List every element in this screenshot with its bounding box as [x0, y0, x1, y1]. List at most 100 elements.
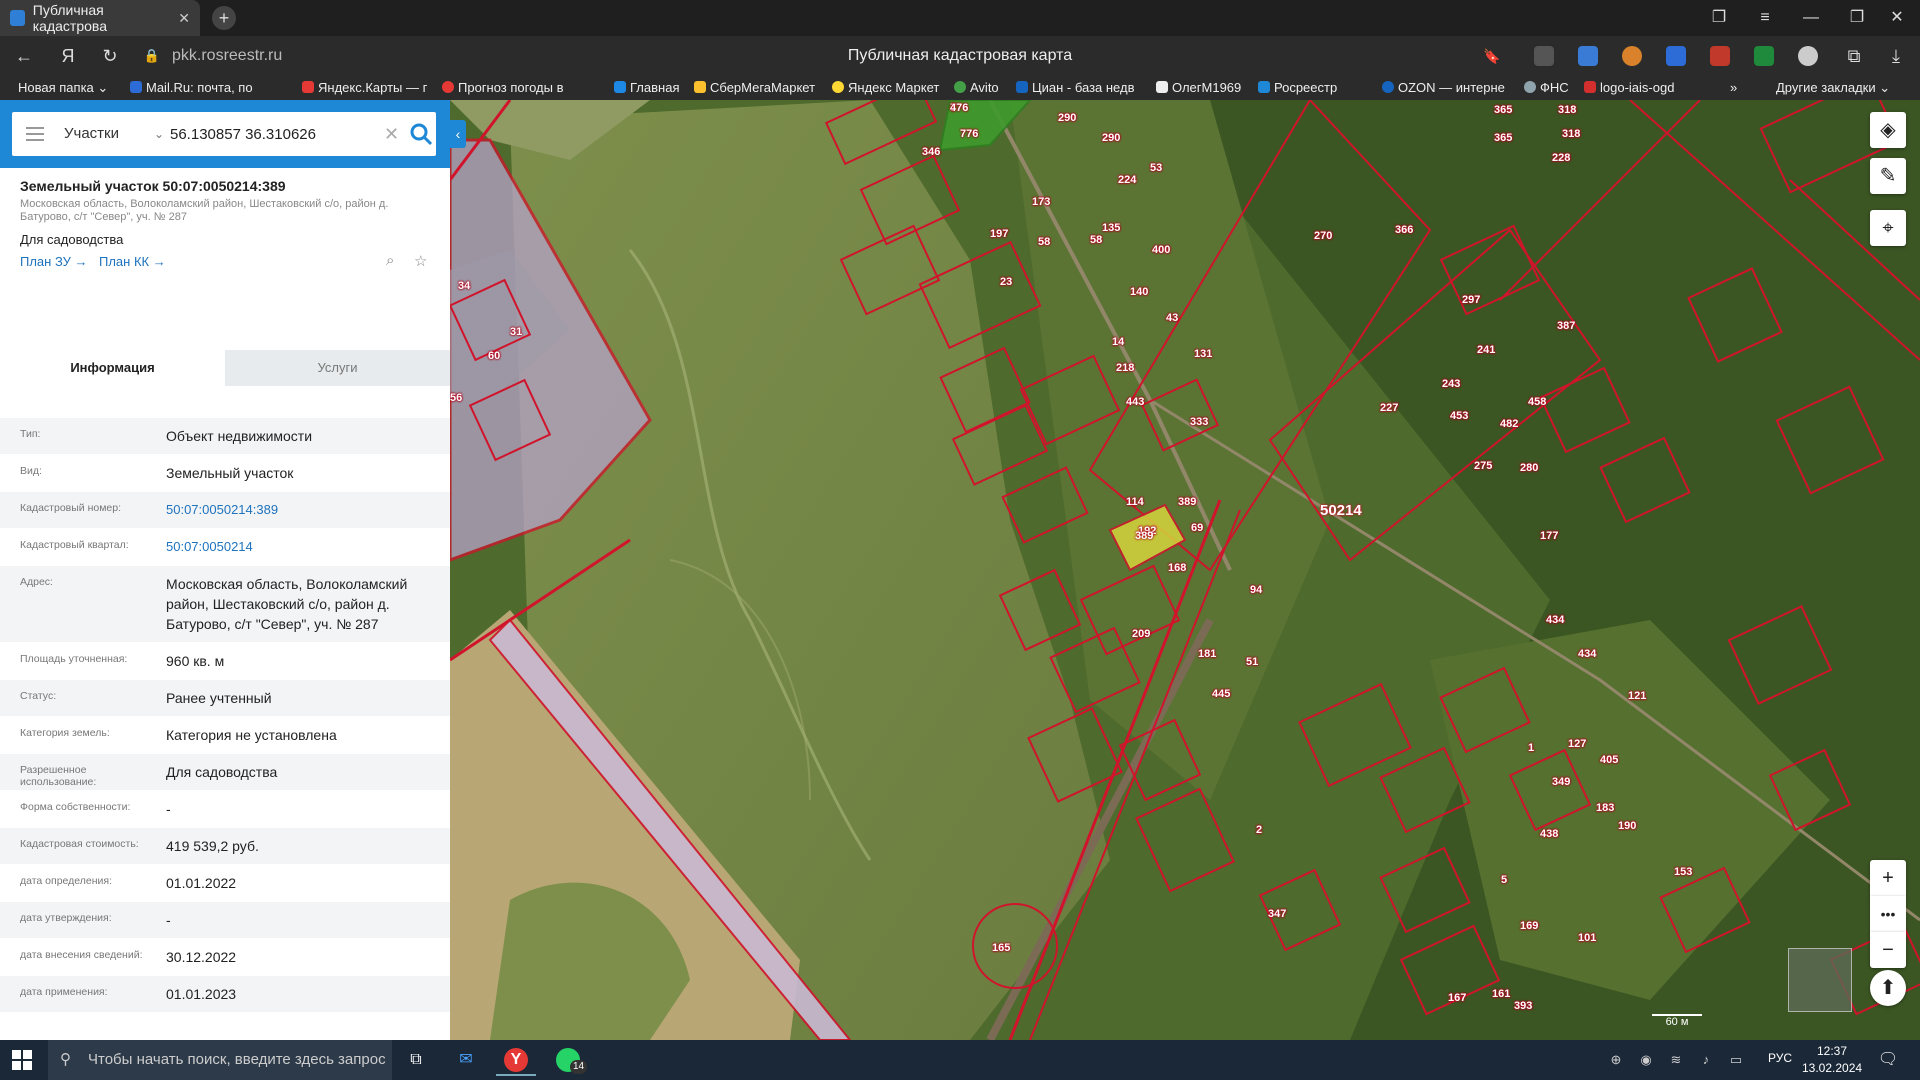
parcel-number-label[interactable]: 218	[1116, 362, 1134, 374]
tab-information[interactable]: Информация	[0, 350, 225, 386]
parcel-number-label[interactable]: 153	[1674, 866, 1692, 878]
parcel-number-label[interactable]: 34	[458, 280, 470, 292]
new-tab-button[interactable]: +	[212, 6, 236, 30]
parcel-number-label[interactable]: 127	[1568, 738, 1586, 750]
bookmark-item[interactable]: Прогноз погоды в	[442, 79, 570, 97]
parcel-number-label[interactable]: 280	[1520, 462, 1538, 474]
extensions-icon[interactable]: ⧉	[1840, 42, 1868, 70]
parcel-number-label[interactable]: 140	[1130, 286, 1148, 298]
address-bar[interactable]: pkk.rosreestr.ru	[172, 44, 332, 68]
search-document-icon[interactable]: ⌕	[386, 252, 404, 270]
parcel-number-label[interactable]: 389	[1178, 496, 1196, 508]
shield-icon[interactable]	[1754, 46, 1774, 66]
collapse-panel-button[interactable]: ‹	[450, 120, 466, 148]
extension-icon[interactable]	[1710, 46, 1730, 66]
parcel-number-label[interactable]: 227	[1380, 402, 1398, 414]
compass-button[interactable]: ⬆	[1870, 970, 1906, 1006]
parcel-number-label[interactable]: 94	[1250, 584, 1262, 596]
locate-point-button[interactable]: ⌖	[1870, 210, 1906, 246]
parcel-number-label[interactable]: 1	[1528, 742, 1534, 754]
parcel-number-label[interactable]: 434	[1578, 648, 1596, 660]
parcel-number-label[interactable]: 131	[1194, 348, 1212, 360]
parcel-number-label[interactable]: 4	[950, 102, 956, 114]
parcel-number-label[interactable]: 53	[1150, 162, 1162, 174]
collections-icon[interactable]: ❐	[1696, 0, 1742, 36]
plan-zu-link[interactable]: План ЗУ →	[20, 254, 88, 269]
parcel-number-label[interactable]: 776	[960, 128, 978, 140]
clock[interactable]: 12:37 13.02.2024	[1802, 1043, 1862, 1077]
bookmark-item[interactable]: Росреестр	[1258, 79, 1338, 97]
mail-icon[interactable]: ✉	[446, 1044, 486, 1076]
parcel-number-label[interactable]: 405	[1600, 754, 1618, 766]
parcel-number-label[interactable]: 347	[1268, 908, 1286, 920]
task-view-icon[interactable]: ⧉	[396, 1044, 436, 1076]
parcel-number-label[interactable]: 181	[1198, 648, 1216, 660]
search-icon[interactable]	[408, 120, 434, 148]
zoom-out-button[interactable]: −	[1870, 932, 1906, 968]
parcel-number-label[interactable]: 5	[1501, 874, 1507, 886]
plan-kk-link[interactable]: План КК →	[99, 254, 166, 269]
back-button[interactable]: ←	[10, 42, 38, 70]
parcel-number-label[interactable]: 243	[1442, 378, 1460, 390]
bookmark-item[interactable]: OZON — интерне	[1382, 79, 1510, 97]
parcel-number-label[interactable]: 387	[1557, 320, 1575, 332]
parcel-number-label[interactable]: 51	[1246, 656, 1258, 668]
zoom-more-button[interactable]: •••	[1870, 896, 1906, 932]
parcel-number-label[interactable]: 190	[1618, 820, 1636, 832]
parcel-number-label[interactable]: 393	[1514, 1000, 1532, 1012]
parcel-number-label[interactable]: 177	[1540, 530, 1558, 542]
minimap[interactable]	[1788, 948, 1852, 1012]
menu-icon[interactable]: ≡	[1742, 0, 1788, 36]
parcel-number-label[interactable]: 167	[1448, 992, 1466, 1004]
ruler-button[interactable]: ✎	[1870, 158, 1906, 194]
parcel-number-label[interactable]: 318	[1558, 104, 1576, 116]
menu-icon[interactable]	[26, 127, 44, 141]
parcel-number-label[interactable]: 168	[1168, 562, 1186, 574]
bookmark-item[interactable]: Avito	[954, 79, 1008, 97]
attribute-value[interactable]: 50:07:0050214:389	[166, 492, 450, 528]
bookmark-item[interactable]: logo-iais-ogd	[1584, 79, 1684, 97]
parcel-number-label[interactable]: 58	[1038, 236, 1050, 248]
parcel-number-label[interactable]: 297	[1462, 294, 1480, 306]
parcel-number-label[interactable]: 135	[1102, 222, 1120, 234]
parcel-number-label[interactable]: 121	[1628, 690, 1646, 702]
bookmark-item[interactable]: Яндекс.Карты — г	[302, 79, 430, 97]
parcel-number-label[interactable]: 365	[1494, 132, 1512, 144]
parcel-number-label[interactable]: 458	[1528, 396, 1546, 408]
parcel-number-label[interactable]: 333	[1190, 416, 1208, 428]
parcel-number-label[interactable]: 438	[1540, 828, 1558, 840]
cart-icon[interactable]	[1666, 46, 1686, 66]
chevron-down-icon[interactable]: ⌄	[154, 112, 164, 156]
selected-parcel-label[interactable]: 389	[1135, 530, 1153, 542]
battery-icon[interactable]: ▭	[1716, 1044, 1756, 1076]
parcel-number-label[interactable]: 270	[1314, 230, 1332, 242]
language-indicator[interactable]: РУС	[1768, 1051, 1792, 1065]
windows-start-icon[interactable]	[12, 1050, 32, 1070]
bookmark-item[interactable]: Циан - база недв	[1016, 79, 1142, 97]
parcel-number-label[interactable]: 275	[1474, 460, 1492, 472]
attribute-value[interactable]: 50:07:0050214	[166, 529, 450, 565]
yandex-browser-icon[interactable]: Y	[496, 1044, 536, 1076]
parcel-number-label[interactable]: 228	[1552, 152, 1570, 164]
profile-icon[interactable]	[1798, 46, 1818, 66]
parcel-number-label[interactable]: 290	[1102, 132, 1120, 144]
bookmark-item[interactable]: СберМегаМаркет	[694, 79, 822, 97]
clear-icon[interactable]: ✕	[384, 112, 399, 156]
parcel-number-label[interactable]: 445	[1212, 688, 1230, 700]
cadastral-map[interactable]: 776 290 290 365 365 318 318 228 53 776 346 173 197 58…	[450, 100, 1920, 1040]
zoom-in-button[interactable]: +	[1870, 860, 1906, 896]
bookmark-item[interactable]: ОлегМ1969	[1156, 79, 1248, 97]
translate-icon[interactable]	[1578, 46, 1598, 66]
parcel-number-label[interactable]: 161	[1492, 988, 1510, 1000]
parcel-number-label[interactable]: 169	[1520, 920, 1538, 932]
yandex-icon[interactable]: Я	[54, 42, 82, 70]
parcel-number-label[interactable]: 349	[1552, 776, 1570, 788]
parcel-number-label[interactable]: 31	[510, 326, 522, 338]
parcel-number-label[interactable]: 197	[990, 228, 1008, 240]
parcel-number-label[interactable]: 365	[1494, 104, 1512, 116]
bookmark-item[interactable]: Главная	[614, 79, 684, 97]
parcel-number-label[interactable]: 443	[1126, 396, 1144, 408]
parcel-number-label[interactable]: 224	[1118, 174, 1136, 186]
browser-tab[interactable]: Публичная кадастрова ✕	[0, 0, 200, 36]
parcel-number-label[interactable]: 290	[1058, 112, 1076, 124]
